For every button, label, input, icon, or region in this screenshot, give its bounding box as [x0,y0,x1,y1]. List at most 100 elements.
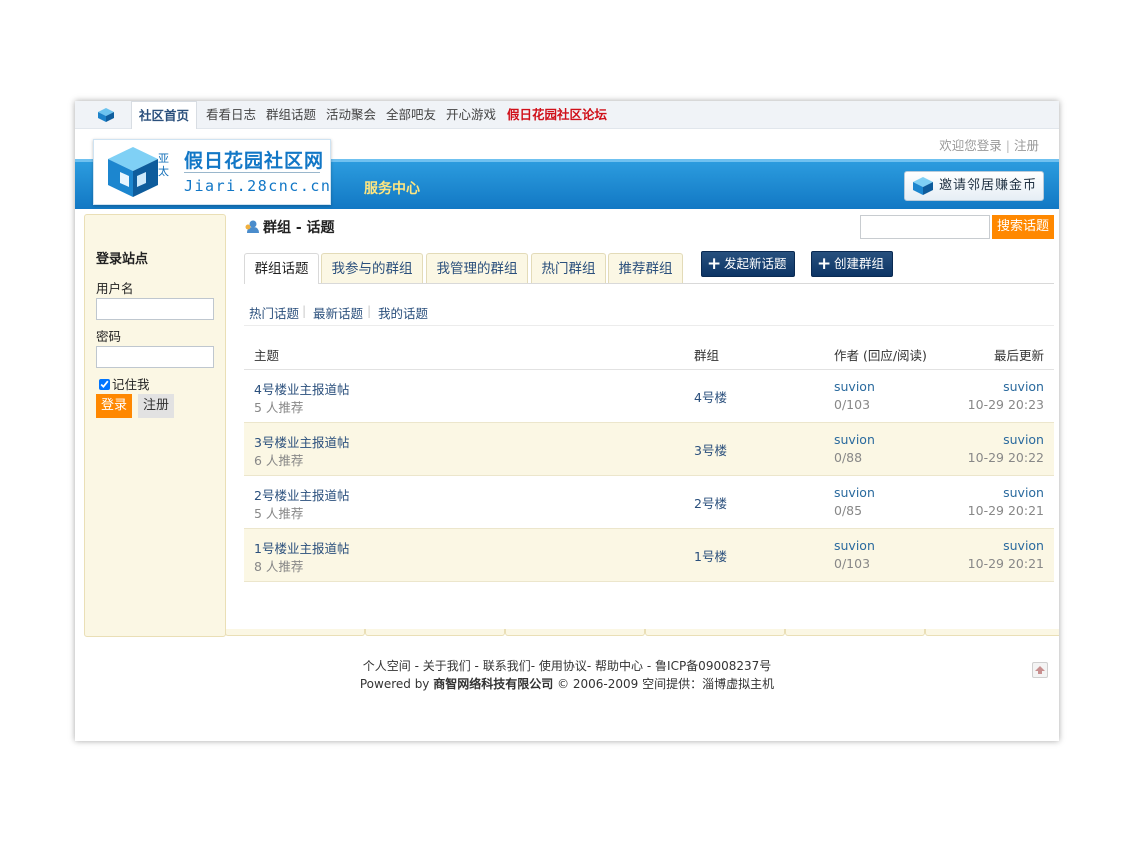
main-content: 群组 - 话题 搜索话题 群组话题 我参与的群组 我管理的群组 热门群组 推荐群… [225,209,1059,629]
search-input[interactable] [860,215,990,239]
topic-link[interactable]: 2号楼业主报道帖 [254,485,349,504]
copyright-text: © 2006-2009 空间提供： [553,677,703,691]
author-link[interactable]: suvion [834,432,875,447]
recommend-count: 8 人推荐 [254,559,304,574]
cube-icon [913,177,933,195]
filter-my-topics[interactable]: 我的话题 [378,303,428,322]
footer-link-contact[interactable]: 联系我们 [483,659,531,673]
service-center[interactable]: 服务中心 [364,178,420,198]
invite-neighbors-button[interactable]: 邀请邻居赚金币 [904,171,1044,201]
footer: 个人空间 - 关于我们 - 联系我们- 使用协议- 帮助中心 - 鲁ICP备09… [75,657,1059,693]
group-link[interactable]: 2号楼 [694,493,727,512]
table-row: 4号楼业主报道帖 5 人推荐 4号楼 suvion 0/103 suvion 1… [244,370,1054,423]
reply-read-count: 0/103 [834,556,871,571]
author-link[interactable]: suvion [834,379,875,394]
last-user-link[interactable]: suvion [1003,379,1044,394]
nav-group-topics[interactable]: 群组话题 [266,101,316,128]
password-label: 密码 [96,329,122,344]
reply-read-count: 0/88 [834,450,863,465]
last-time: 10-29 20:21 [967,503,1044,518]
footer-link-space[interactable]: 个人空间 [363,659,411,673]
password-input[interactable] [96,346,214,368]
page-title-text: 群组 - 话题 [263,220,335,236]
top-nav: 社区首页 看看日志 群组话题 活动聚会 全部吧友 开心游戏 假日花园社区论坛 [75,101,1059,129]
back-to-top-icon[interactable] [1032,662,1048,678]
login-button[interactable]: 登录 [96,394,132,418]
nav-events[interactable]: 活动聚会 [326,101,376,128]
plus-icon: + [707,254,722,274]
tab-group-topics[interactable]: 群组话题 [244,253,319,284]
last-time: 10-29 20:22 [967,450,1044,465]
footer-links: 个人空间 - 关于我们 - 联系我们- 使用协议- 帮助中心 - 鲁ICP备09… [362,659,772,673]
table-row: 2号楼业主报道帖 5 人推荐 2号楼 suvion 0/85 suvion 10… [244,476,1054,529]
footer-link-about[interactable]: 关于我们 [423,659,471,673]
nav-forum[interactable]: 假日花园社区论坛 [507,101,607,128]
remember-me[interactable]: 记住我 [99,374,150,393]
logo-title: 假日花园社区网 [184,150,325,172]
group-link[interactable]: 4号楼 [694,387,727,406]
separator: | [302,303,307,318]
filter-latest-topics[interactable]: 最新话题 [313,303,363,322]
remember-checkbox[interactable] [99,379,110,390]
last-user-link[interactable]: suvion [1003,485,1044,500]
footer-icp[interactable]: 鲁ICP备09008237号 [655,659,771,673]
register-link[interactable]: 注册 [1014,138,1039,153]
footer-link-help[interactable]: 帮助中心 [595,659,643,673]
create-group-button[interactable]: + 创建群组 [811,251,893,277]
filter-hot-topics[interactable]: 热门话题 [249,303,299,322]
new-topic-button[interactable]: + 发起新话题 [701,251,795,277]
site-logo[interactable]: 亚太 假日花园社区网 Jiari.28cnc.cn [93,139,331,205]
separator: | [1005,138,1010,153]
nav-all-friends[interactable]: 全部吧友 [386,101,436,128]
topic-link[interactable]: 3号楼业主报道帖 [254,432,349,451]
logo-badge: 亚太 [158,152,169,178]
username-label: 用户名 [96,281,134,296]
company-link[interactable]: 商智网络科技有限公司 [433,677,553,691]
col-group: 群组 [694,348,720,363]
tab-hot-groups[interactable]: 热门群组 [531,253,606,283]
logo-domain: Jiari.28cnc.cn [184,177,332,195]
last-time: 10-29 20:21 [967,556,1044,571]
invite-label: 邀请邻居赚金币 [939,178,1038,193]
author-link[interactable]: suvion [834,485,875,500]
welcome-bar: 欢迎您登录 | 注册 [939,135,1039,154]
nav-home[interactable]: 社区首页 [131,101,197,129]
table-row: 1号楼业主报道帖 8 人推荐 1号楼 suvion 0/103 suvion 1… [244,529,1054,582]
group-topic-icon [245,220,259,233]
decorative-strip [225,629,1059,636]
nav-games[interactable]: 开心游戏 [446,101,496,128]
group-tabs: 群组话题 我参与的群组 我管理的群组 热门群组 推荐群组 [244,253,1054,284]
footer-link-terms[interactable]: 使用协议 [539,659,587,673]
login-link[interactable]: 欢迎您登录 [939,138,1002,153]
remember-label: 记住我 [112,377,150,392]
tab-managed-groups[interactable]: 我管理的群组 [426,253,528,283]
tab-joined-groups[interactable]: 我参与的群组 [321,253,423,283]
create-group-label: 创建群组 [834,256,885,271]
username-input[interactable] [96,298,214,320]
recommend-count: 5 人推荐 [254,400,304,415]
host-link[interactable]: 淄博虚拟主机 [702,677,774,691]
separator: | [367,303,372,318]
reply-read-count: 0/103 [834,397,871,412]
recommend-count: 5 人推荐 [254,506,304,521]
last-user-link[interactable]: suvion [1003,432,1044,447]
nav-diary[interactable]: 看看日志 [206,101,256,128]
last-user-link[interactable]: suvion [1003,538,1044,553]
reply-read-count: 0/85 [834,503,863,518]
table-row: 3号楼业主报道帖 6 人推荐 3号楼 suvion 0/88 suvion 10… [244,423,1054,476]
login-title: 登录站点 [96,252,149,267]
tab-recommended-groups[interactable]: 推荐群组 [608,253,683,283]
login-sidebar: 登录站点 用户名 密码 记住我 登录 注册 [84,214,226,637]
search-topics-button[interactable]: 搜索话题 [992,215,1054,239]
topic-link[interactable]: 4号楼业主报道帖 [254,379,349,398]
group-link[interactable]: 3号楼 [694,440,727,459]
author-link[interactable]: suvion [834,538,875,553]
col-author: 作者 (回应/阅读) [834,348,927,363]
new-topic-label: 发起新话题 [724,256,787,271]
register-button[interactable]: 注册 [138,394,174,418]
topic-link[interactable]: 1号楼业主报道帖 [254,538,349,557]
table-header: 主题 群组 作者 (回应/阅读) 最后更新 [244,337,1054,370]
last-time: 10-29 20:23 [967,397,1044,412]
group-link[interactable]: 1号楼 [694,546,727,565]
cube-logo-icon[interactable] [97,107,115,123]
